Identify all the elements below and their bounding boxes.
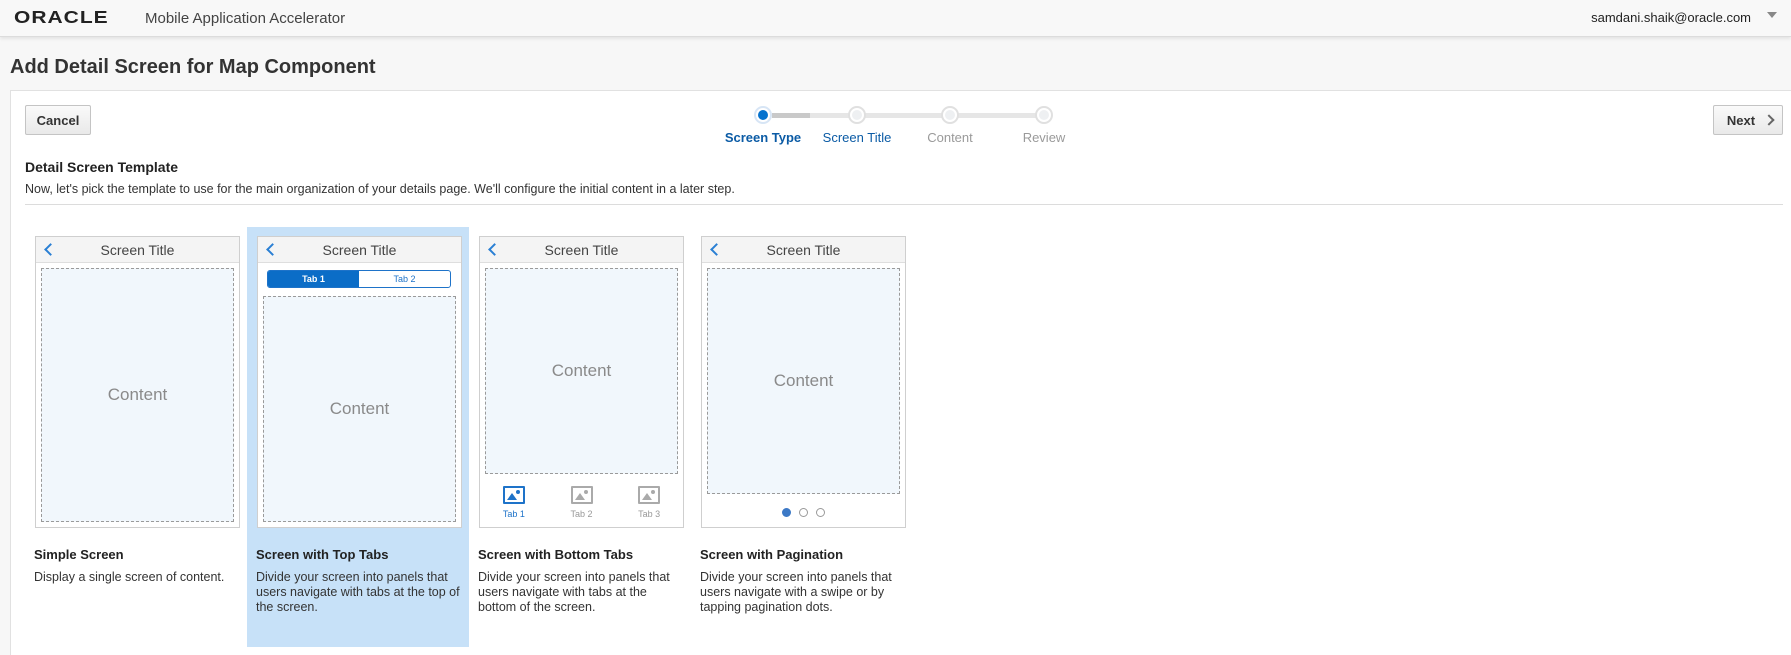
template-description: Divide your screen into panels that user…	[478, 570, 670, 614]
pagination-dot	[799, 508, 808, 517]
next-button[interactable]: Next	[1713, 105, 1783, 135]
train-label-review[interactable]: Review	[989, 130, 1099, 145]
app-header: ORACLE Mobile Application Accelerator sa…	[0, 0, 1791, 37]
template-name: Screen with Pagination	[700, 547, 844, 562]
chevron-down-icon[interactable]	[1767, 12, 1777, 18]
template-description: Divide your screen into panels that user…	[700, 570, 892, 614]
preview-header: Screen Title	[36, 237, 239, 263]
preview-tab: Tab 1	[268, 271, 359, 287]
template-name: Screen with Bottom Tabs	[478, 547, 634, 562]
preview-top-tabs: Tab 1 Tab 2	[267, 270, 451, 288]
preview-bottom-tab: Tab 3	[615, 482, 683, 532]
train-stop-review[interactable]	[1035, 106, 1053, 124]
template-card-simple-screen[interactable]: Screen Title Content Simple Screen Displ…	[25, 227, 247, 647]
preview-bottom-tab: Tab 2	[548, 482, 616, 532]
app-name: Mobile Application Accelerator	[145, 10, 346, 27]
template-preview: Screen Title Content	[701, 236, 906, 528]
next-button-label: Next	[1726, 112, 1756, 128]
template-preview: Screen Title Tab 1 Tab 2 Content	[257, 236, 462, 528]
template-preview: Screen Title Content	[35, 236, 240, 528]
train-connector	[772, 113, 810, 118]
preview-tab-label: Tab 3	[638, 509, 661, 519]
preview-bottom-tab: Tab 1	[480, 482, 548, 532]
preview-screen-title: Screen Title	[322, 242, 397, 258]
pagination-dot	[782, 508, 791, 517]
page-title: Add Detail Screen for Map Component	[10, 56, 376, 78]
preview-pagination-dots	[702, 508, 905, 517]
template-description: Divide your screen into panels that user…	[256, 570, 460, 614]
pagination-dot	[816, 508, 825, 517]
oracle-logo: ORACLE	[14, 8, 109, 27]
preview-header: Screen Title	[702, 237, 905, 263]
template-card-bottom-tabs[interactable]: Screen Title Content Tab 1 Tab 2 Tab 3 S…	[469, 227, 691, 647]
preview-header: Screen Title	[258, 237, 461, 263]
train-stop-screen-title[interactable]	[848, 106, 866, 124]
template-card-top-tabs[interactable]: Screen Title Tab 1 Tab 2 Content Screen …	[247, 227, 469, 647]
template-card-pagination[interactable]: Screen Title Content Screen with Paginat…	[691, 227, 913, 647]
user-menu[interactable]: samdani.shaik@oracle.com	[1591, 10, 1751, 25]
preview-screen-title: Screen Title	[766, 242, 841, 258]
train-stop-screen-type[interactable]	[754, 106, 772, 124]
image-icon	[638, 486, 661, 504]
section-title: Detail Screen Template	[25, 159, 179, 175]
train-connector	[810, 113, 1040, 118]
image-icon	[502, 486, 525, 504]
template-name: Screen with Top Tabs	[256, 547, 389, 562]
preview-tab-label: Tab 2	[570, 509, 593, 519]
preview-screen-title: Screen Title	[544, 242, 619, 258]
section-description: Now, let's pick the template to use for …	[25, 182, 735, 196]
image-icon	[570, 486, 593, 504]
preview-tab: Tab 2	[393, 274, 416, 284]
template-name: Simple Screen	[34, 547, 124, 562]
preview-content-area: Content	[263, 296, 456, 522]
template-description: Display a single screen of content.	[34, 570, 225, 584]
chevron-right-icon	[1763, 114, 1775, 126]
preview-bottom-tabs: Tab 1 Tab 2 Tab 3	[480, 482, 683, 532]
preview-header: Screen Title	[480, 237, 683, 263]
cancel-button[interactable]: Cancel	[25, 105, 91, 135]
preview-content-area: Content	[707, 268, 900, 494]
preview-content-area: Content	[485, 268, 678, 474]
preview-tab-label: Tab 1	[502, 509, 525, 519]
preview-content-area: Content	[41, 268, 234, 522]
train-stop-content[interactable]	[941, 106, 959, 124]
divider	[25, 204, 1783, 205]
preview-screen-title: Screen Title	[100, 242, 175, 258]
template-preview: Screen Title Content Tab 1 Tab 2 Tab 3	[479, 236, 684, 528]
